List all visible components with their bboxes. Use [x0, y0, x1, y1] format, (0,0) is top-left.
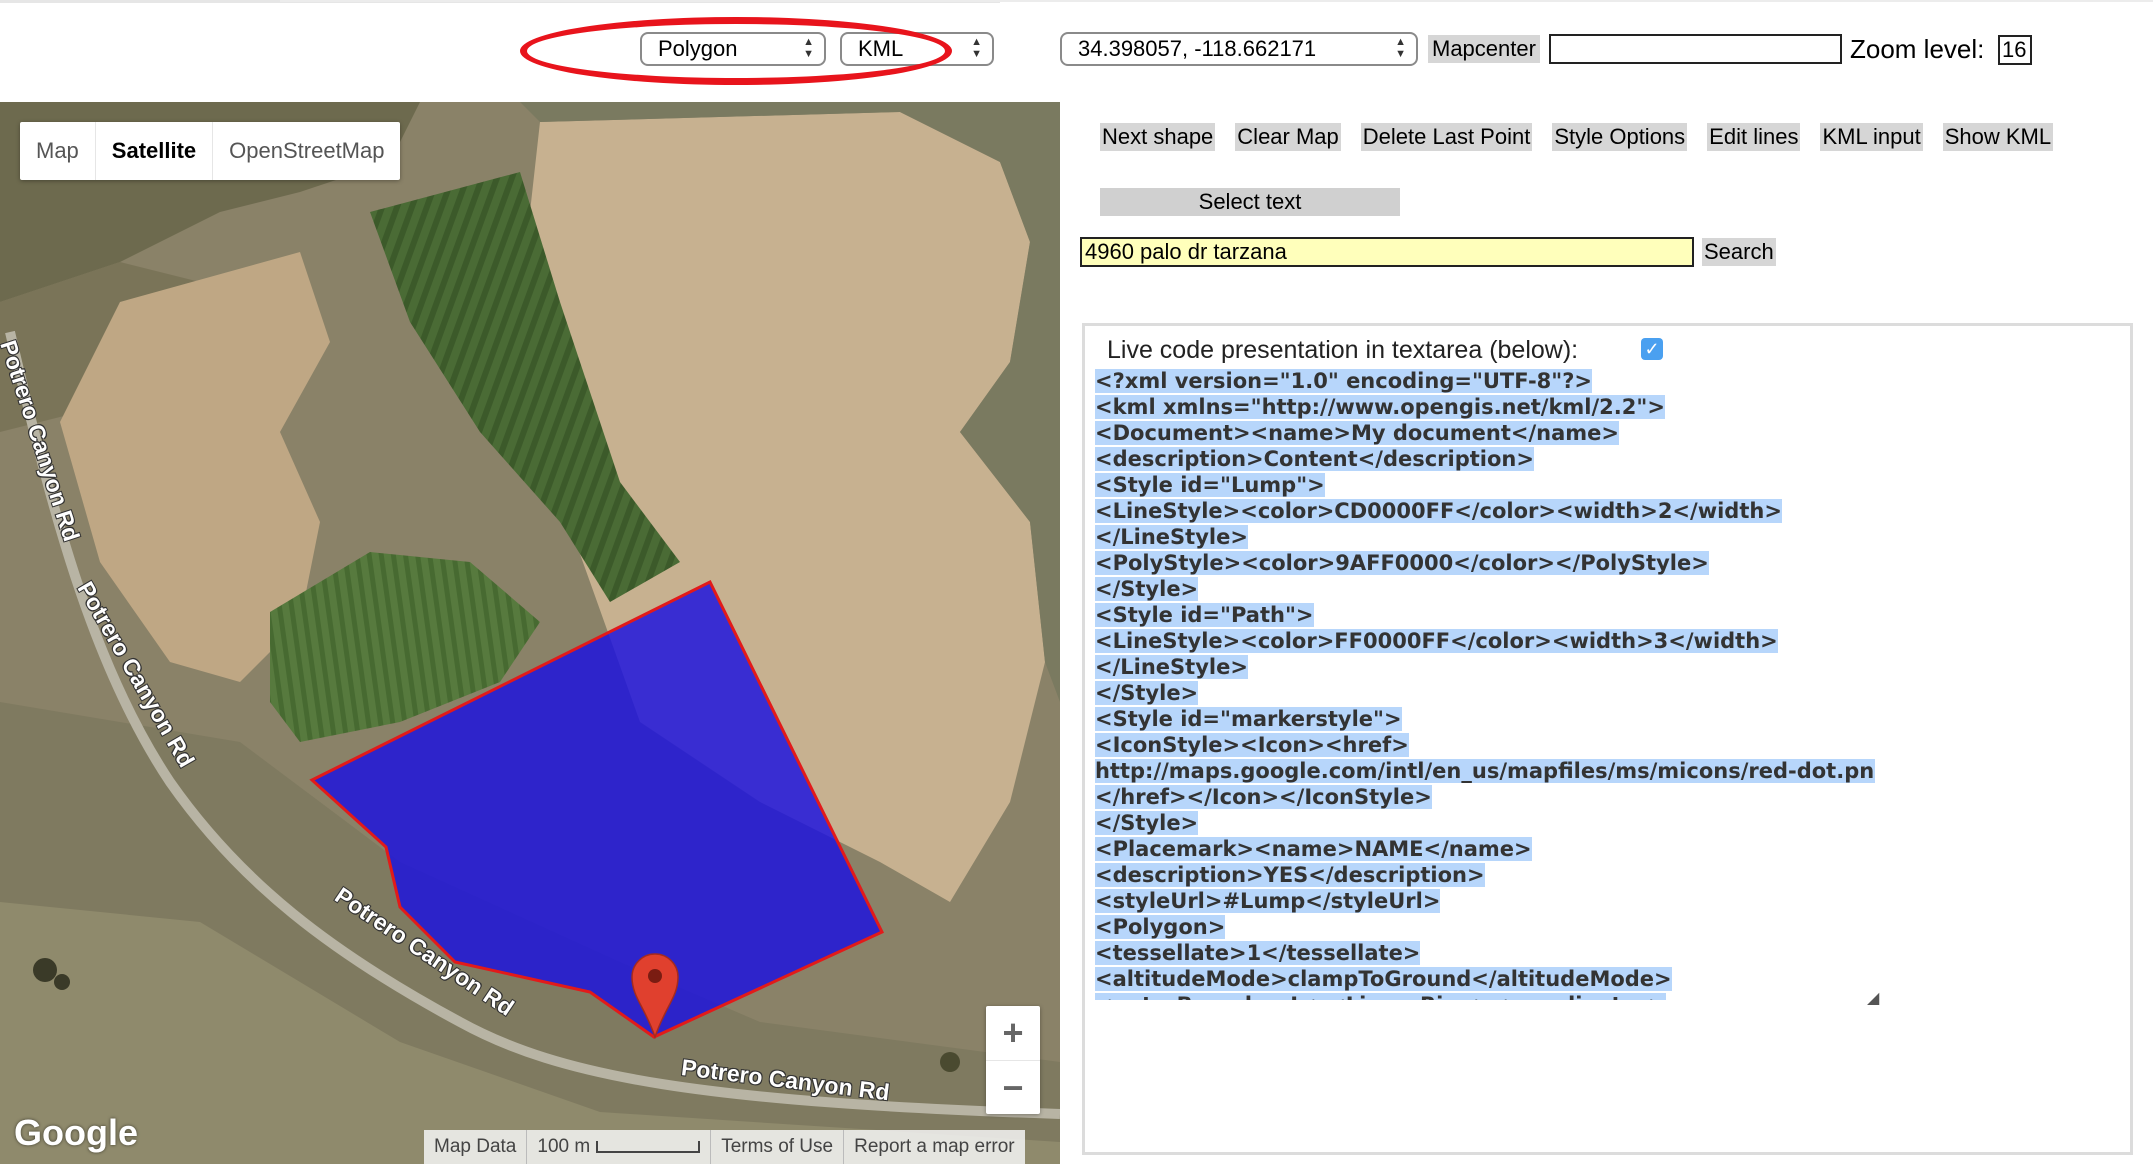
highlight-ellipse	[520, 17, 952, 85]
coordinates-select[interactable]: 34.398057, -118.662171 ▲ ▼	[1060, 32, 1418, 66]
code-line-text: <Style id="Lump">	[1095, 473, 1325, 497]
address-search-input[interactable]: 4960 palo dr tarzana	[1080, 237, 1694, 267]
map-type-control: Map Satellite OpenStreetMap	[20, 122, 401, 180]
map-type-openstreetmap[interactable]: OpenStreetMap	[212, 122, 400, 180]
top-border-right	[280, 0, 2153, 2]
code-line-text: <altitudeMode>clampToGround</altitudeMod…	[1095, 967, 1672, 991]
map-scale: 100 m	[527, 1130, 712, 1164]
live-code-label: Live code presentation in textarea (belo…	[1107, 336, 1579, 364]
code-line-text: http://maps.google.com/intl/en_us/mapfil…	[1095, 759, 1875, 783]
code-line-text: <Placemark><name>NAME</name>	[1095, 837, 1532, 861]
map-data-link[interactable]: Map Data	[424, 1130, 528, 1164]
code-line: <outerBoundaryIs><LinearRing><coordinate…	[1095, 992, 1875, 1000]
map-imagery	[0, 102, 1060, 1164]
code-line-text: <Polygon>	[1095, 915, 1226, 939]
scale-label: 100 m	[537, 1136, 591, 1157]
code-line-text: <outerBoundaryIs><LinearRing><coordinate…	[1095, 993, 1666, 1000]
code-line: <LineStyle><color>FF0000FF</color><width…	[1095, 628, 1875, 654]
code-line: <PolyStyle><color>9AFF0000</color></Poly…	[1095, 550, 1875, 576]
code-line-text: <kml xmlns="http://www.opengis.net/kml/2…	[1095, 395, 1665, 419]
code-line: <Style id="Lump">	[1095, 472, 1875, 498]
code-line: </LineStyle>	[1095, 654, 1875, 680]
style-options-button[interactable]: Style Options	[1552, 123, 1688, 151]
search-button[interactable]: Search	[1702, 238, 1776, 266]
code-line: </LineStyle>	[1095, 524, 1875, 550]
code-line: <tessellate>1</tessellate>	[1095, 940, 1875, 966]
code-line: <IconStyle><Icon><href>	[1095, 732, 1875, 758]
code-line: <altitudeMode>clampToGround</altitudeMod…	[1095, 966, 1875, 992]
mapcenter-button[interactable]: Mapcenter	[1428, 35, 1540, 63]
live-code-checkbox[interactable]: ✓	[1641, 338, 1663, 360]
code-line: </href></Icon></IconStyle>	[1095, 784, 1875, 810]
code-line-text: </LineStyle>	[1095, 655, 1248, 679]
code-line: <description>Content</description>	[1095, 446, 1875, 472]
code-line: <Style id="markerstyle">	[1095, 706, 1875, 732]
coordinates-value: 34.398057, -118.662171	[1078, 36, 1317, 61]
code-line-text: <Document><name>My document</name>	[1095, 421, 1619, 445]
kml-code-textarea[interactable]: <?xml version="1.0" encoding="UTF-8"?> <k…	[1095, 368, 1875, 1000]
action-button-row: Next shape Clear Map Delete Last Point S…	[1100, 123, 2054, 151]
satellite-map[interactable]: Map Satellite OpenStreetMap Potrero Cany…	[0, 102, 1060, 1164]
code-line-text: <?xml version="1.0" encoding="UTF-8"?>	[1095, 369, 1593, 393]
zoom-in-button[interactable]: +	[986, 1006, 1040, 1060]
map-type-map[interactable]: Map	[20, 122, 95, 180]
resize-handle-icon[interactable]: ◢	[1867, 988, 1879, 1008]
map-zoom-control: + −	[986, 1006, 1040, 1114]
google-logo: Google	[14, 1112, 138, 1153]
kml-input-button[interactable]: KML input	[1820, 123, 1923, 151]
code-line: <Polygon>	[1095, 914, 1875, 940]
code-line-text: <description>Content</description>	[1095, 447, 1534, 471]
map-type-satellite[interactable]: Satellite	[94, 122, 212, 180]
zoom-level-field[interactable]: 16	[1998, 35, 2032, 65]
edit-lines-button[interactable]: Edit lines	[1707, 123, 1801, 151]
zoom-level-label: Zoom level:	[1850, 34, 1985, 64]
code-line: <?xml version="1.0" encoding="UTF-8"?>	[1095, 368, 1875, 394]
clear-map-button[interactable]: Clear Map	[1235, 123, 1341, 151]
code-line-text: <Style id="Path">	[1095, 603, 1314, 627]
report-error-link[interactable]: Report a map error	[844, 1130, 1025, 1164]
map-attribution: Map Data 100 m Terms of Use Report a map…	[424, 1130, 1025, 1164]
select-arrows-icon: ▲ ▼	[971, 36, 982, 60]
show-kml-button[interactable]: Show KML	[1942, 123, 2054, 151]
code-line-text: </Style>	[1095, 811, 1199, 835]
code-line: <LineStyle><color>CD0000FF</color><width…	[1095, 498, 1875, 524]
select-text-button[interactable]: Select text	[1100, 188, 1400, 216]
code-line: <description>YES</description>	[1095, 862, 1875, 888]
code-line-text: <PolyStyle><color>9AFF0000</color></Poly…	[1095, 551, 1709, 575]
mapcenter-input[interactable]	[1549, 34, 1842, 64]
delete-last-point-button[interactable]: Delete Last Point	[1360, 123, 1533, 151]
code-line-text: </Style>	[1095, 681, 1199, 705]
code-line-text: <description>YES</description>	[1095, 863, 1485, 887]
select-arrows-icon: ▲ ▼	[1395, 36, 1406, 60]
code-line: <Placemark><name>NAME</name>	[1095, 836, 1875, 862]
code-panel: Live code presentation in textarea (belo…	[1082, 323, 2133, 1155]
code-line-text: <Style id="markerstyle">	[1095, 707, 1402, 731]
code-line-text: <IconStyle><Icon><href>	[1095, 733, 1409, 757]
zoom-out-button[interactable]: −	[986, 1060, 1040, 1115]
code-line: http://maps.google.com/intl/en_us/mapfil…	[1095, 758, 1875, 784]
code-line-text: </Style>	[1095, 577, 1199, 601]
terms-link[interactable]: Terms of Use	[711, 1130, 845, 1164]
code-line-text: </LineStyle>	[1095, 525, 1248, 549]
code-line: <kml xmlns="http://www.opengis.net/kml/2…	[1095, 394, 1875, 420]
code-line: <Document><name>My document</name>	[1095, 420, 1875, 446]
code-line: <styleUrl>#Lump</styleUrl>	[1095, 888, 1875, 914]
code-line: </Style>	[1095, 680, 1875, 706]
code-line: </Style>	[1095, 576, 1875, 602]
code-line-text: </href></Icon></IconStyle>	[1095, 785, 1432, 809]
next-shape-button[interactable]: Next shape	[1100, 123, 1216, 151]
code-line-text: <LineStyle><color>CD0000FF</color><width…	[1095, 499, 1782, 523]
code-line: </Style>	[1095, 810, 1875, 836]
code-line-text: <tessellate>1</tessellate>	[1095, 941, 1421, 965]
code-line: <Style id="Path">	[1095, 602, 1875, 628]
scale-bar	[596, 1140, 701, 1153]
code-line-text: <styleUrl>#Lump</styleUrl>	[1095, 889, 1441, 913]
code-line-text: <LineStyle><color>FF0000FF</color><width…	[1095, 629, 1778, 653]
